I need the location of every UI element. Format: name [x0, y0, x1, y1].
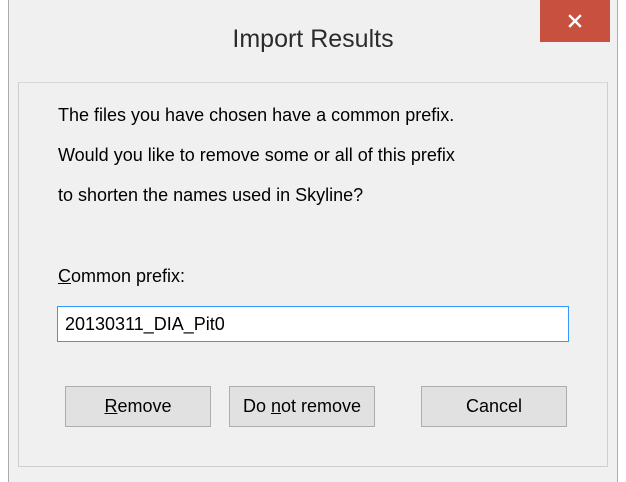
- common-prefix-input[interactable]: [57, 306, 569, 342]
- title-bar[interactable]: Import Results: [17, 0, 610, 82]
- remove-button-label: emove: [117, 396, 172, 416]
- message-line-3: to shorten the names used in Skyline?: [58, 185, 364, 205]
- message-line-2: Would you like to remove some or all of …: [58, 145, 455, 165]
- close-button[interactable]: [540, 0, 610, 42]
- message-line-1: The files you have chosen have a common …: [58, 105, 455, 125]
- remove-button[interactable]: Remove: [65, 386, 211, 427]
- do-not-remove-label-rest: ot remove: [280, 396, 362, 416]
- dialog-title: Import Results: [232, 25, 394, 53]
- remove-button-accelerator: R: [104, 396, 118, 416]
- common-prefix-label-accelerator: C: [58, 266, 71, 286]
- do-not-remove-accelerator: n: [270, 396, 281, 416]
- dialog-body: The files you have chosen have a common …: [18, 82, 608, 467]
- close-icon: [568, 14, 582, 28]
- cancel-button[interactable]: Cancel: [421, 386, 567, 427]
- common-prefix-label-text: ommon prefix:: [71, 266, 186, 286]
- do-not-remove-label-pre: Do: [242, 396, 271, 416]
- import-results-dialog: Import Results The files you have chosen…: [9, 0, 617, 482]
- do-not-remove-button[interactable]: Do n ot remove: [229, 386, 375, 427]
- common-prefix-label: Common prefix:: [58, 266, 185, 287]
- message-text: The files you have chosen have a common …: [58, 95, 455, 215]
